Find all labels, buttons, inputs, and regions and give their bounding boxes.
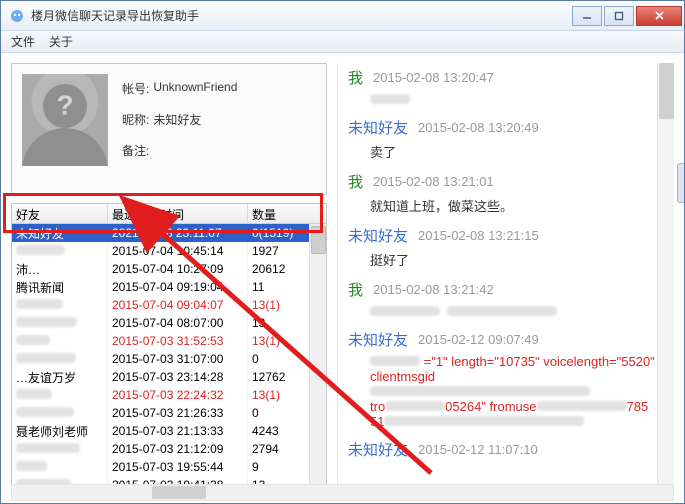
minimize-button[interactable] [572,6,602,26]
sender: 我 [348,279,363,300]
scrollbar-thumb[interactable] [659,63,674,119]
table-row[interactable]: 腾讯新闻2015-07-04 09:19:0411 [12,278,326,296]
title-bar[interactable]: 楼月微信聊天记录导出恢复助手 [1,1,684,31]
timestamp: 2015-02-08 13:21:42 [373,282,494,297]
menu-about[interactable]: 关于 [49,33,73,50]
sender: 未知好友 [348,117,408,138]
window-title: 楼月微信聊天记录导出恢复助手 [31,7,570,24]
col-time[interactable]: 最近聊天时间 [108,204,248,223]
timestamp: 2015-02-08 13:20:49 [418,120,539,135]
menu-bar: 文件 关于 [1,31,684,53]
table-row[interactable]: 2015-07-03 31:52:5313(1) [12,332,326,350]
timestamp: 2015-02-08 13:20:47 [373,70,494,85]
app-icon [9,8,25,24]
table-row[interactable]: 2015-07-03 19:55:449 [12,458,326,476]
table-header: 好友 最近聊天时间 数量 [12,204,326,224]
account-value: UnknownFriend [153,80,237,97]
left-pane: 帐号:UnknownFriend 昵称:未知好友 备注: 好友 最近聊天时间 数… [11,63,327,493]
table-row[interactable]: 2015-07-03 22:24:3213(1) [12,386,326,404]
timestamp: 2015-02-08 13:21:15 [418,228,539,243]
timestamp: 2015-02-12 11:07:10 [418,442,538,457]
table-row[interactable]: 聂老师刘老师2015-07-03 21:13:334243 [12,422,326,440]
table-row[interactable]: 2015-07-03 21:12:092794 [12,440,326,458]
message-header: 未知好友 2015-02-08 13:21:15 [348,225,668,246]
chat-pane: 我 2015-02-08 13:20:47 未知好友 2015-02-08 13:20… [337,63,674,493]
message-header: 未知好友 2015-02-12 09:07:49 [348,329,668,350]
menu-file[interactable]: 文件 [11,33,35,50]
message-body [348,92,668,107]
message-header: 我 2015-02-08 13:21:01 [348,171,668,192]
close-button[interactable] [636,6,682,26]
avatar [22,74,108,166]
table-row[interactable]: 2015-07-04 08:07:0013 [12,314,326,332]
table-row[interactable]: 沛…2015-07-04 10:27:0920612 [12,260,326,278]
side-tab[interactable] [677,163,684,203]
sender: 未知好友 [348,225,408,246]
scrollbar-thumb[interactable] [311,226,326,254]
account-label: 帐号: [122,80,149,97]
app-window: 楼月微信聊天记录导出恢复助手 文件 关于 帐号:UnknownFriend 昵称… [0,0,685,504]
table-row[interactable]: 2015-07-04 10:45:141927 [12,242,326,260]
message-header: 未知好友 2015-02-12 11:07:10 [348,439,668,460]
message-header: 未知好友 2015-02-08 13:20:49 [348,117,668,138]
message-body: 挺好了 [348,250,668,269]
table-row[interactable]: 2015-07-04 09:04:0713(1) [12,296,326,314]
table-row[interactable]: …友谊万岁2015-07-03 23:14:2812762 [12,368,326,386]
col-name[interactable]: 好友 [12,204,108,223]
message-body: ="1" length="10735" voicelength="5520" c… [348,354,668,429]
sender: 未知好友 [348,329,408,350]
sender: 未知好友 [348,439,408,460]
profile-panel: 帐号:UnknownFriend 昵称:未知好友 备注: [11,63,327,195]
table-scrollbar[interactable] [309,224,326,492]
scrollbar-thumb[interactable] [152,486,206,499]
chat-scrollbar[interactable] [657,63,674,493]
nick-value: 未知好友 [153,111,201,128]
table-row[interactable]: 未知好友2021-11-08 23:11:070(1519) [12,224,326,242]
remark-label: 备注: [122,142,149,159]
message-body [348,304,668,319]
sender: 我 [348,67,363,88]
message-header: 我 2015-02-08 13:20:47 [348,67,668,88]
timestamp: 2015-02-08 13:21:01 [373,174,494,189]
maximize-button[interactable] [604,6,634,26]
message-body: 就知道上班，做菜这些。 [348,196,668,215]
col-count[interactable]: 数量 [248,204,308,223]
sender: 我 [348,171,363,192]
timestamp: 2015-02-12 09:07:49 [418,332,539,347]
message-body: 卖了 [348,142,668,161]
friend-table: 好友 最近聊天时间 数量 未知好友2021-11-08 23:11:070(15… [11,203,327,493]
table-row[interactable]: 2015-07-03 31:07:000 [12,350,326,368]
table-row[interactable]: 2015-07-03 21:26:330 [12,404,326,422]
nick-label: 昵称: [122,111,149,128]
horizontal-scrollbar[interactable] [11,484,674,501]
message-header: 我 2015-02-08 13:21:42 [348,279,668,300]
